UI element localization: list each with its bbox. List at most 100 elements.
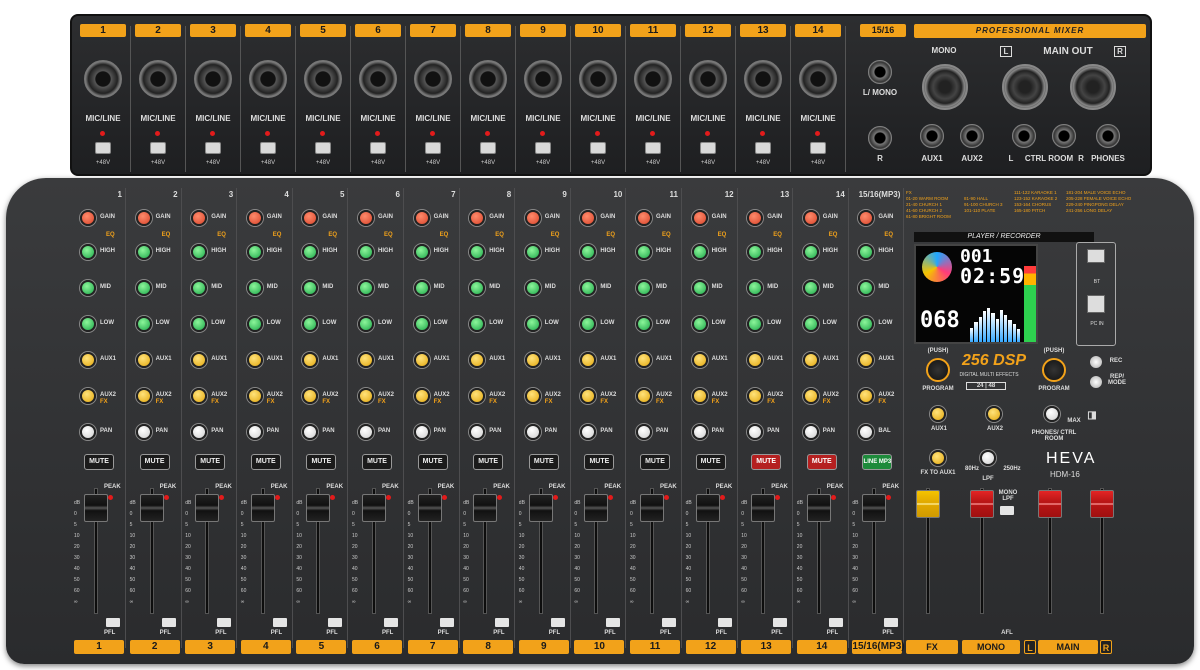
mid-eq-knob[interactable] [80, 280, 96, 296]
mute-button[interactable]: MUTE [195, 454, 226, 470]
mute-button[interactable]: MUTE [695, 454, 726, 470]
aux2-knob[interactable] [358, 388, 374, 404]
mid-eq-knob[interactable] [246, 280, 263, 296]
pfl-button[interactable] [884, 618, 899, 627]
combo-input-jack[interactable] [139, 60, 177, 98]
aux2-knob[interactable] [135, 388, 152, 404]
phantom-power-button[interactable] [370, 142, 386, 154]
channel-fader[interactable] [584, 494, 609, 522]
low-eq-knob[interactable] [246, 316, 263, 332]
high-eq-knob[interactable] [358, 244, 374, 260]
phantom-power-button[interactable] [425, 142, 441, 154]
gain-knob[interactable] [358, 210, 374, 226]
usb-slot[interactable] [1087, 249, 1105, 263]
pan-knob[interactable] [135, 424, 152, 440]
pfl-button[interactable] [384, 618, 398, 627]
aux1-out-jack[interactable] [920, 124, 944, 148]
aux1-knob[interactable] [80, 352, 96, 368]
aux1-knob[interactable] [413, 352, 430, 368]
pfl-button[interactable] [662, 618, 676, 627]
high-eq-knob[interactable] [802, 244, 819, 260]
fx-to-aux1-knob[interactable] [930, 450, 946, 466]
pfl-button[interactable] [161, 618, 176, 627]
main-l-fader[interactable] [1038, 490, 1062, 518]
gain-knob[interactable] [302, 210, 319, 226]
mono-lpf-button[interactable] [1000, 506, 1014, 515]
aux1-knob[interactable] [580, 352, 597, 368]
combo-input-jack[interactable] [579, 60, 617, 98]
channel-fader[interactable] [528, 494, 553, 522]
aux2-knob[interactable] [469, 388, 486, 404]
aux2-knob[interactable] [80, 388, 96, 404]
combo-input-jack[interactable] [249, 60, 287, 98]
player-program-knob[interactable] [926, 358, 950, 382]
pfl-button[interactable] [828, 618, 843, 627]
pan-knob[interactable] [358, 424, 374, 440]
pan-knob[interactable] [413, 424, 430, 440]
main-r-fader[interactable] [1090, 490, 1114, 518]
mute-button[interactable]: MUTE [250, 454, 281, 470]
stereo-input-r-jack[interactable] [868, 126, 892, 150]
high-eq-knob[interactable] [80, 244, 96, 260]
aux2-knob[interactable] [413, 388, 430, 404]
main-out-r-xlr[interactable] [1070, 64, 1116, 110]
phantom-power-button[interactable] [95, 142, 111, 154]
channel-fader[interactable] [806, 494, 831, 522]
high-eq-knob[interactable] [636, 244, 652, 260]
low-eq-knob[interactable] [802, 316, 819, 332]
pan-knob[interactable] [747, 424, 764, 440]
mute-button[interactable]: MUTE [584, 454, 615, 470]
combo-input-jack[interactable] [744, 60, 782, 98]
pan-knob[interactable] [858, 424, 875, 440]
channel-fader[interactable] [751, 494, 776, 522]
low-eq-knob[interactable] [302, 316, 319, 332]
aux1-knob[interactable] [858, 352, 875, 368]
gain-knob[interactable] [80, 210, 96, 226]
pan-knob[interactable] [80, 424, 96, 440]
pfl-button[interactable] [717, 618, 732, 627]
high-eq-knob[interactable] [580, 244, 597, 260]
aux2-knob[interactable] [858, 388, 875, 404]
phantom-power-button[interactable] [700, 142, 716, 154]
mid-eq-knob[interactable] [524, 280, 541, 296]
pan-knob[interactable] [302, 424, 319, 440]
fx-master-fader[interactable] [916, 490, 940, 518]
gain-knob[interactable] [691, 210, 708, 226]
pfl-button[interactable] [439, 618, 454, 627]
gain-knob[interactable] [469, 210, 486, 226]
aux1-knob[interactable] [802, 352, 819, 368]
aux2-knob[interactable] [747, 388, 764, 404]
low-eq-knob[interactable] [580, 316, 597, 332]
gain-knob[interactable] [413, 210, 430, 226]
pan-knob[interactable] [246, 424, 263, 440]
phantom-power-button[interactable] [480, 142, 496, 154]
combo-input-jack[interactable] [359, 60, 397, 98]
master-aux2-knob[interactable] [986, 406, 1002, 422]
low-eq-knob[interactable] [413, 316, 430, 332]
combo-input-jack[interactable] [689, 60, 727, 98]
mid-eq-knob[interactable] [802, 280, 819, 296]
combo-input-jack[interactable] [799, 60, 837, 98]
pfl-button[interactable] [272, 618, 287, 627]
aux1-knob[interactable] [691, 352, 708, 368]
mid-eq-knob[interactable] [191, 280, 208, 296]
low-eq-knob[interactable] [80, 316, 96, 332]
aux2-knob[interactable] [191, 388, 208, 404]
mid-eq-knob[interactable] [691, 280, 708, 296]
low-eq-knob[interactable] [135, 316, 152, 332]
low-eq-knob[interactable] [747, 316, 764, 332]
pan-knob[interactable] [524, 424, 541, 440]
aux1-knob[interactable] [636, 352, 652, 368]
high-eq-knob[interactable] [858, 244, 875, 260]
aux2-knob[interactable] [524, 388, 541, 404]
phantom-power-button[interactable] [755, 142, 771, 154]
combo-input-jack[interactable] [524, 60, 562, 98]
pan-knob[interactable] [580, 424, 597, 440]
mid-eq-knob[interactable] [135, 280, 152, 296]
channel-fader[interactable] [84, 494, 108, 522]
channel-fader[interactable] [306, 494, 331, 522]
phantom-power-button[interactable] [535, 142, 551, 154]
lpf-knob[interactable] [980, 450, 996, 466]
mid-eq-knob[interactable] [469, 280, 486, 296]
combo-input-jack[interactable] [414, 60, 452, 98]
